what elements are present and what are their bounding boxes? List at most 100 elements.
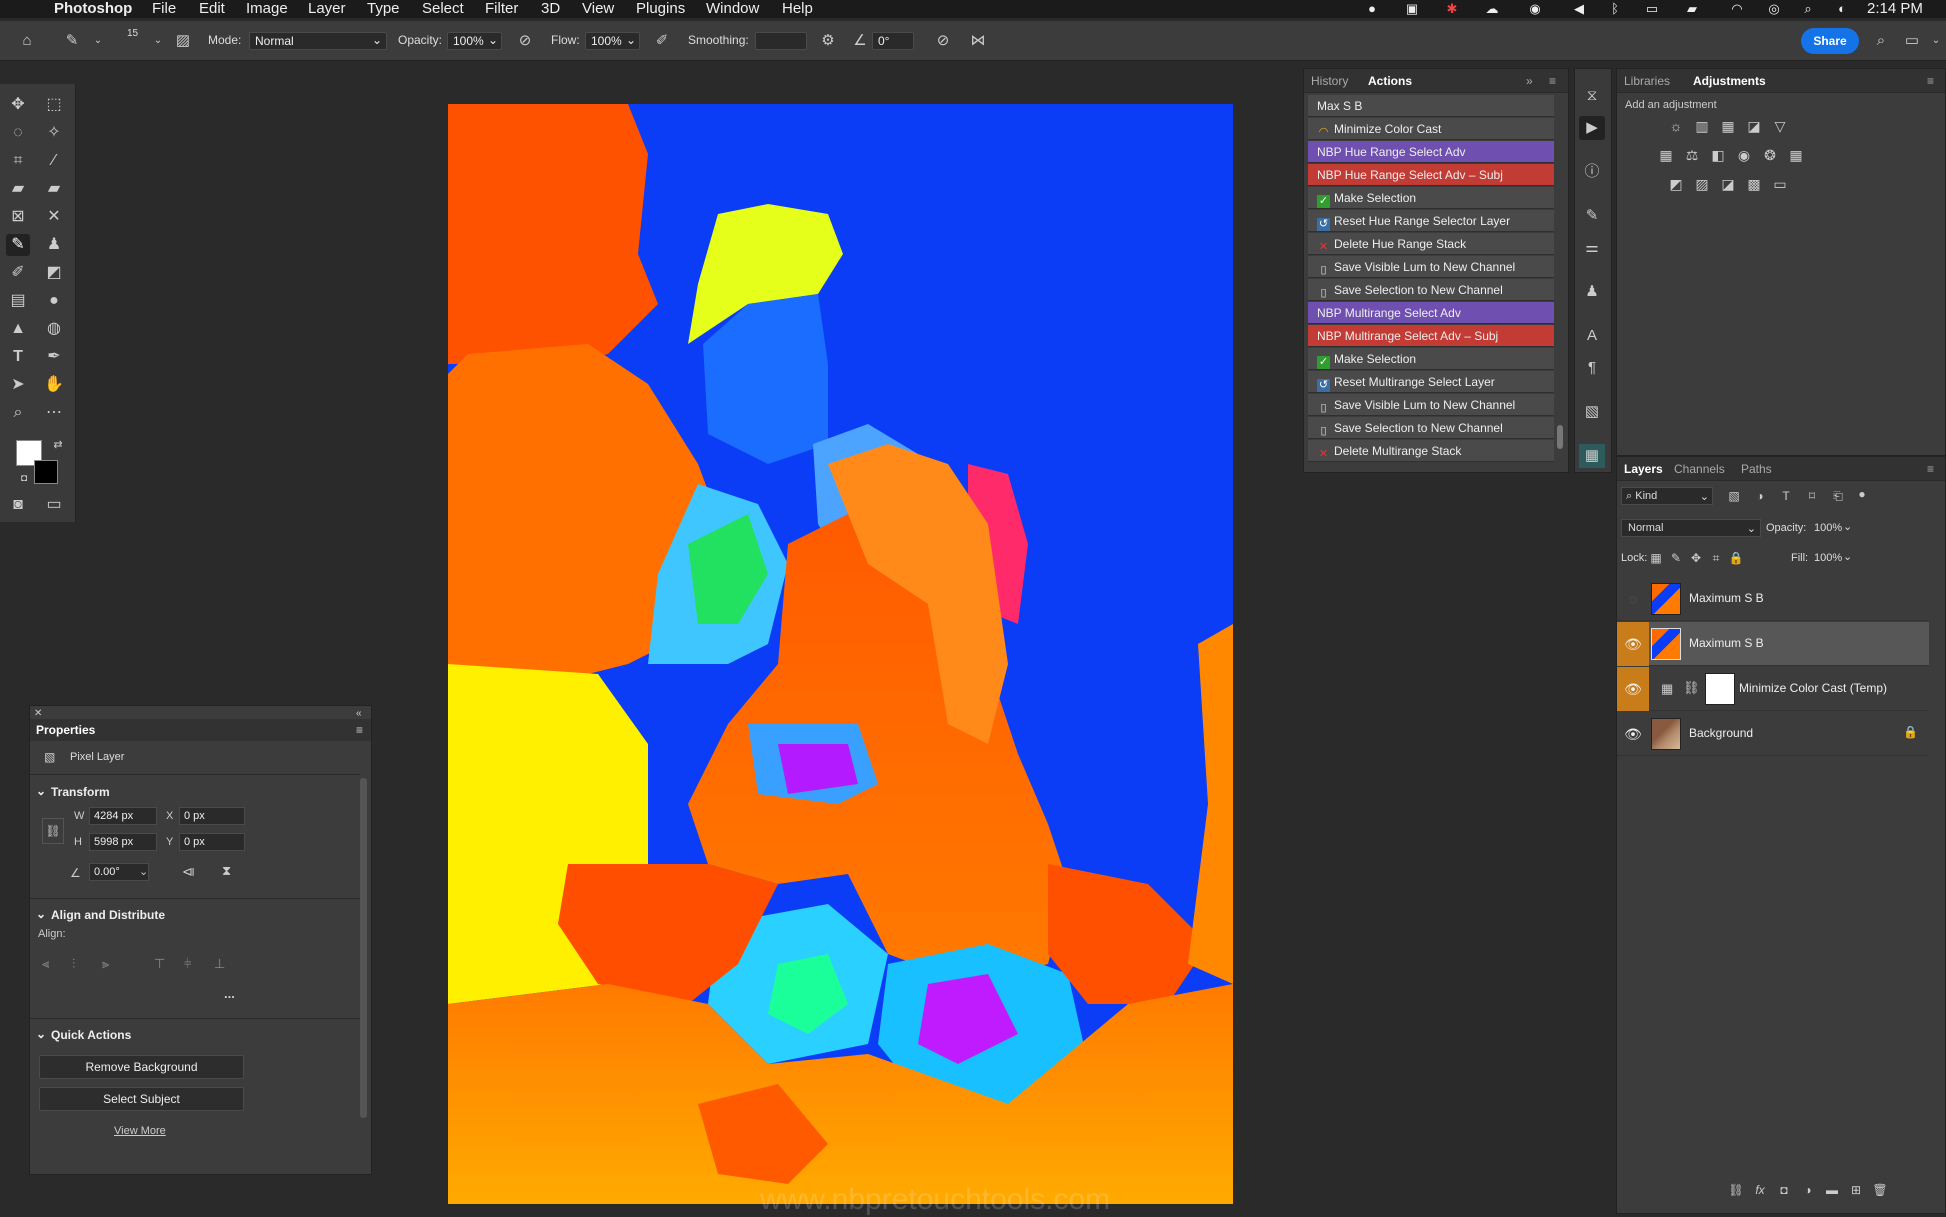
menu-image[interactable]: Image: [246, 0, 288, 18]
lock-position-icon[interactable]: ✥: [1687, 549, 1705, 567]
brush-size[interactable]: 15: [127, 28, 138, 39]
app-menu[interactable]: Photoshop: [54, 0, 132, 18]
collapse-icon[interactable]: «: [356, 708, 362, 719]
angle-field[interactable]: 0°: [872, 32, 914, 50]
volume-icon[interactable]: ◀: [1570, 2, 1588, 16]
blur-tool-icon[interactable]: ●: [42, 290, 66, 312]
menu-plugins[interactable]: Plugins: [636, 0, 685, 18]
align-right-icon[interactable]: ⫸: [102, 956, 109, 972]
tab-paths[interactable]: Paths: [1741, 462, 1772, 476]
filter-shape-icon[interactable]: ⌑: [1803, 487, 1821, 505]
actions-scrollbar[interactable]: [1557, 425, 1563, 449]
curves-icon[interactable]: ▦: [1719, 117, 1737, 135]
action-item[interactable]: ◠ Minimize Color Cast: [1308, 118, 1554, 140]
menu-select[interactable]: Select: [422, 0, 464, 18]
selective-color-icon[interactable]: ▩: [1745, 175, 1763, 193]
link-layers-icon[interactable]: ⛓: [1727, 1181, 1745, 1199]
remove-background-button[interactable]: Remove Background: [39, 1055, 244, 1079]
chevron-down-icon[interactable]: ⌄: [88, 31, 108, 51]
threshold-icon[interactable]: ◪: [1719, 175, 1737, 193]
action-item[interactable]: Max S B: [1308, 95, 1554, 117]
exposure-icon[interactable]: ◪: [1745, 117, 1763, 135]
brush-settings-icon[interactable]: ✎: [1579, 204, 1605, 228]
action-item[interactable]: ✓ Make Selection: [1308, 348, 1554, 370]
flip-vertical-icon[interactable]: ⧗: [222, 863, 231, 879]
lock-artboard-icon[interactable]: ⌗: [1707, 549, 1725, 567]
actions-play-icon[interactable]: ▶: [1579, 116, 1605, 140]
align-middle-icon[interactable]: ⫩: [184, 956, 191, 972]
lasso-tool-icon[interactable]: ◌: [6, 122, 30, 144]
tab-actions[interactable]: Actions: [1368, 74, 1412, 88]
user-icon[interactable]: ◎: [1765, 2, 1783, 16]
home-icon[interactable]: ⌂: [17, 31, 37, 51]
action-item[interactable]: ▯ Save Selection to New Channel: [1308, 279, 1554, 301]
eye-icon[interactable]: 👁: [1617, 667, 1649, 711]
properties-title[interactable]: Properties: [36, 723, 95, 737]
crop-tool-icon[interactable]: ⌗: [6, 150, 30, 172]
link-dimensions-icon[interactable]: ⛓: [42, 818, 64, 844]
panel-menu-icon[interactable]: ≡: [356, 723, 363, 737]
adjust-sliders-icon[interactable]: ⚌: [1579, 236, 1605, 260]
share-button[interactable]: Share: [1801, 28, 1859, 54]
clock[interactable]: 2:14 PM: [1867, 0, 1923, 18]
layer-opacity-value[interactable]: 100%: [1814, 522, 1842, 534]
align-bottom-icon[interactable]: ⊥: [214, 956, 225, 972]
brightness-icon[interactable]: ☼: [1667, 117, 1685, 135]
menu-filter[interactable]: Filter: [485, 0, 518, 18]
height-field[interactable]: 5998 px: [89, 833, 157, 851]
paragraph-icon[interactable]: ¶: [1579, 356, 1605, 380]
action-item[interactable]: NBP Hue Range Select Adv – Subj: [1308, 164, 1554, 186]
panel-menu-icon[interactable]: ≡: [1549, 74, 1556, 88]
chevron-down-icon[interactable]: ⌄: [1843, 550, 1852, 563]
healing-brush-icon[interactable]: ▰: [6, 178, 30, 200]
background-color-swatch[interactable]: [34, 460, 58, 484]
transform-section-toggle[interactable]: ⌄: [36, 784, 46, 798]
view-more-link[interactable]: View More: [114, 1125, 166, 1137]
chevron-down-icon[interactable]: ⌄: [1926, 31, 1946, 51]
pressure-size-icon[interactable]: ⊘: [933, 31, 953, 51]
frame-tool-icon[interactable]: ⊠: [6, 206, 30, 228]
pen-tool-icon[interactable]: ✒: [42, 346, 66, 368]
stamp-tool-icon[interactable]: ♟: [42, 234, 66, 256]
marquee-tool-icon[interactable]: ⬚: [42, 94, 66, 116]
photo-filter-icon[interactable]: ◉: [1735, 146, 1753, 164]
align-top-icon[interactable]: ⊤: [154, 956, 165, 972]
menu-type[interactable]: Type: [367, 0, 400, 18]
lock-transparent-icon[interactable]: ▦: [1647, 549, 1665, 567]
type-tool-icon[interactable]: T: [6, 346, 30, 368]
shape-tool-icon[interactable]: ✋: [42, 374, 66, 396]
app-badge-icon[interactable]: ✱: [1443, 2, 1461, 16]
color-lookup-icon[interactable]: ▦: [1787, 146, 1805, 164]
width-field[interactable]: 4284 px: [89, 807, 157, 825]
path-select-icon[interactable]: ➤: [6, 374, 30, 396]
quick-mask-icon[interactable]: ◙: [6, 494, 30, 516]
chevron-down-icon[interactable]: ⌄: [1843, 520, 1852, 533]
brush-settings-icon[interactable]: ▨: [173, 31, 193, 51]
record-icon[interactable]: ●: [1363, 2, 1381, 16]
new-adjustment-icon[interactable]: ◑: [1799, 1181, 1817, 1199]
new-group-icon[interactable]: ▬: [1823, 1181, 1841, 1199]
eraser-icon[interactable]: ◩: [42, 262, 66, 284]
action-item[interactable]: ✕ Delete Hue Range Stack: [1308, 233, 1554, 255]
screen-share-icon[interactable]: ▣: [1403, 2, 1421, 16]
properties-scrollbar[interactable]: [360, 778, 367, 1118]
hue-saturation-icon[interactable]: ▦: [1657, 146, 1675, 164]
action-item[interactable]: ✓ Make Selection: [1308, 187, 1554, 209]
gradient-tool-icon[interactable]: ▤: [6, 290, 30, 312]
delete-layer-icon[interactable]: 🗑: [1871, 1181, 1889, 1199]
align-section-title[interactable]: Align and Distribute: [51, 908, 165, 922]
plugin-panel-icon[interactable]: ▦: [1579, 444, 1605, 468]
x-field[interactable]: 0 px: [179, 807, 245, 825]
history-brush-icon[interactable]: ✐: [6, 262, 30, 284]
menu-window[interactable]: Window: [706, 0, 759, 18]
tab-channels[interactable]: Channels: [1674, 462, 1725, 476]
posterize-icon[interactable]: ▨: [1693, 175, 1711, 193]
eye-icon[interactable]: 👁: [1617, 622, 1649, 666]
lock-pixels-icon[interactable]: ✎: [1667, 549, 1685, 567]
action-item[interactable]: NBP Hue Range Select Adv: [1308, 141, 1554, 163]
history-panel-icon[interactable]: ⧖: [1579, 84, 1605, 108]
close-icon[interactable]: ✕: [34, 708, 42, 719]
action-item[interactable]: NBP Multirange Select Adv – Subj: [1308, 325, 1554, 347]
battery-icon[interactable]: ▰: [1683, 2, 1701, 16]
info-icon[interactable]: ⓘ: [1579, 160, 1605, 184]
